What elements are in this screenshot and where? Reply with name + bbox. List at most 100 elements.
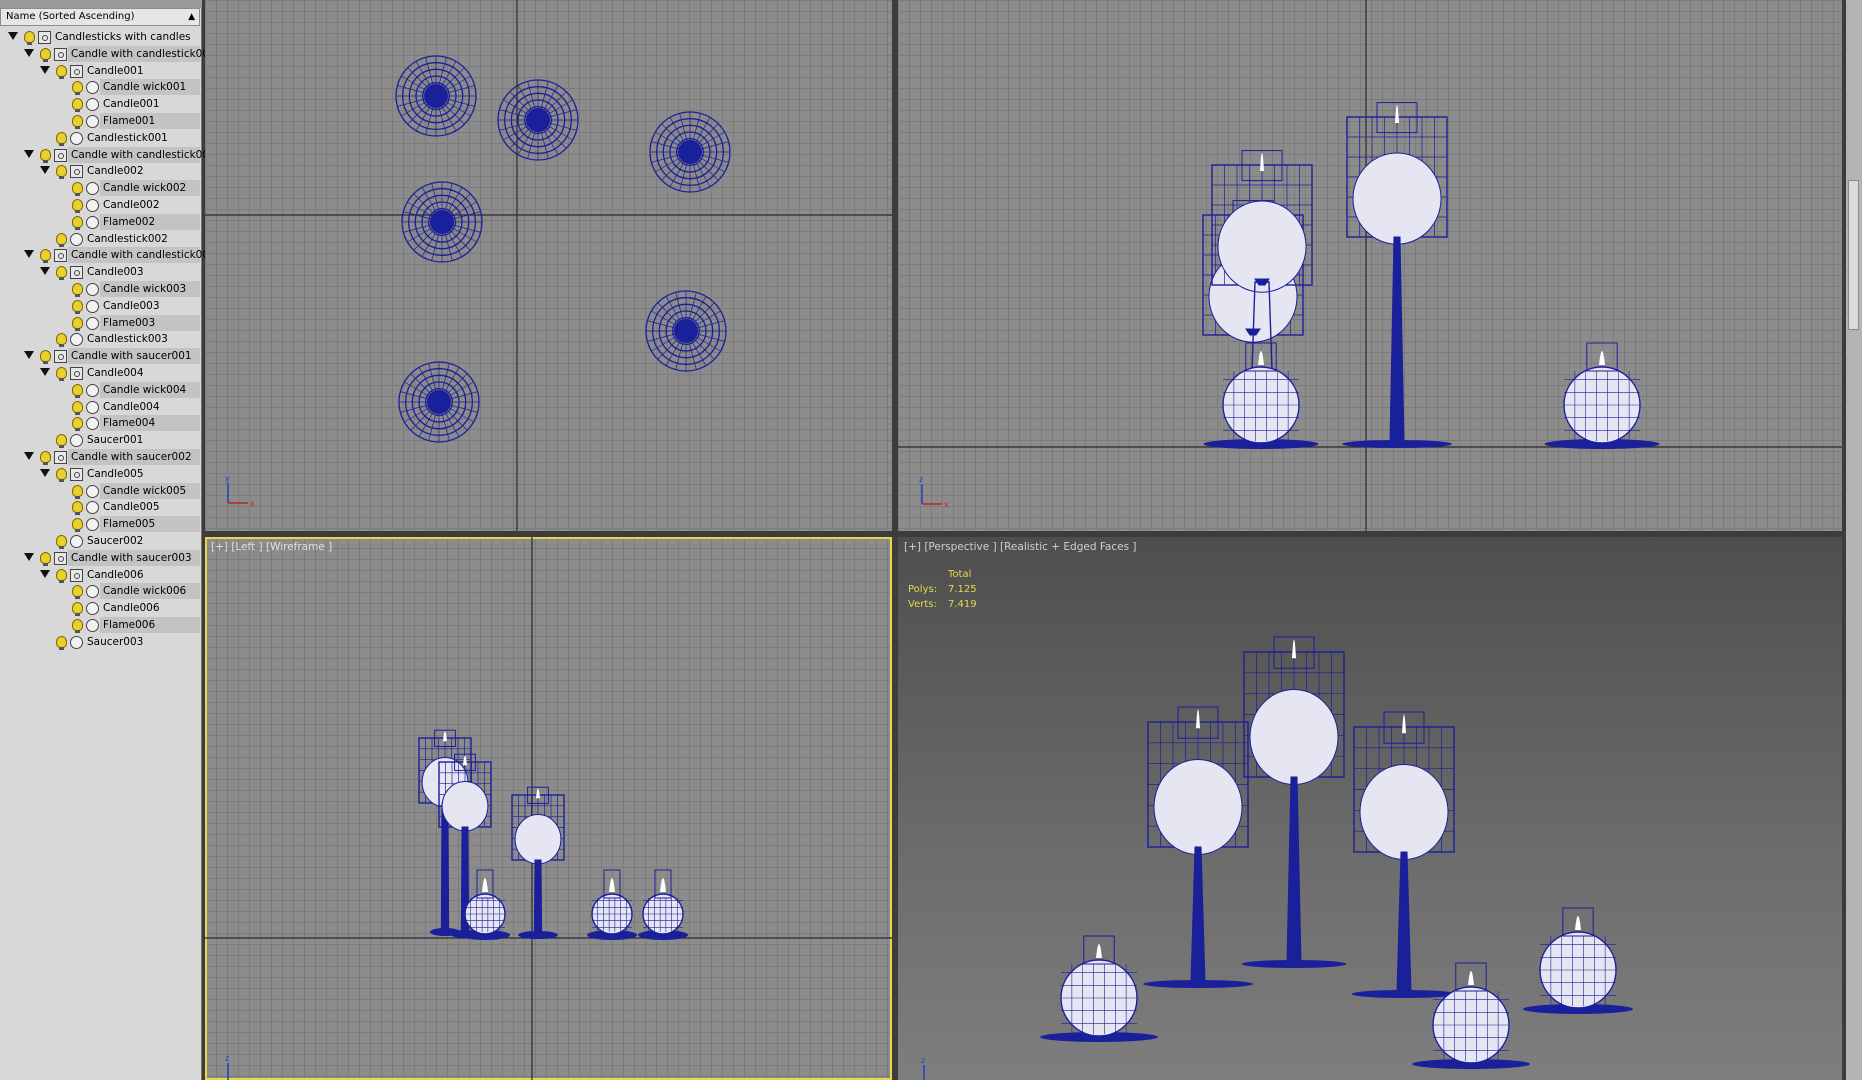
tree-item-label[interactable]: Candlestick003 — [84, 331, 172, 347]
expand-toggle-icon[interactable] — [24, 351, 34, 360]
tree-item-label[interactable]: Candle wick003 — [100, 281, 200, 297]
tree-item-label[interactable]: Flame003 — [100, 314, 200, 331]
tree-row[interactable]: Flame001 — [0, 113, 200, 130]
tree-item-label[interactable]: Candle004 — [84, 365, 148, 381]
light-bulb-icon[interactable] — [56, 131, 67, 146]
expand-toggle-icon[interactable] — [24, 552, 34, 561]
light-bulb-icon[interactable] — [72, 81, 83, 96]
tree-item-label[interactable]: Flame001 — [100, 113, 200, 129]
tree-item-label[interactable]: Candle005 — [84, 466, 148, 482]
tree-item-label[interactable]: Candle with saucer002 — [68, 449, 200, 465]
scrollbar-thumb[interactable] — [1848, 180, 1859, 330]
viewport-front[interactable]: xz — [898, 0, 1842, 531]
perspective-view-canvas[interactable]: xz — [898, 537, 1842, 1080]
light-bulb-icon[interactable] — [24, 31, 35, 45]
tree-item-label[interactable]: Candle001 — [84, 63, 148, 79]
tree-item-label[interactable]: Candle with saucer001 — [68, 348, 200, 365]
tree-row[interactable]: Flame002 — [0, 213, 200, 231]
tree-row[interactable]: Candle004 — [0, 399, 200, 416]
tree-row[interactable]: Candle wick005 — [0, 482, 200, 500]
tree-item-label[interactable]: Candle wick002 — [100, 180, 200, 197]
light-bulb-icon[interactable] — [72, 199, 83, 213]
right-panel-scrollbar[interactable] — [1846, 0, 1862, 1080]
expand-toggle-icon[interactable] — [24, 250, 34, 259]
tree-item-label[interactable]: Candle wick001 — [100, 79, 200, 96]
tree-item-label[interactable]: Candle003 — [84, 264, 148, 280]
light-bulb-icon[interactable] — [72, 501, 83, 516]
tree-item-label[interactable]: Candle006 — [100, 600, 164, 616]
expand-toggle-icon[interactable] — [40, 267, 50, 276]
tree-item-label[interactable]: Candlesticks with candles — [52, 29, 195, 45]
tree-row[interactable]: Candle wick006 — [0, 583, 200, 600]
tree-item-label[interactable]: Candlestick002 — [84, 231, 172, 247]
tree-row[interactable]: Candle002 — [0, 163, 200, 180]
light-bulb-icon[interactable] — [72, 602, 83, 617]
tree-item-label[interactable]: Candle wick006 — [100, 583, 200, 600]
sort-ascending-icon[interactable]: ▲ — [188, 9, 195, 25]
tree-item-label[interactable]: Candle003 — [100, 298, 164, 314]
light-bulb-icon[interactable] — [56, 467, 67, 482]
tree-row[interactable]: Candle006 — [0, 567, 200, 584]
light-bulb-icon[interactable] — [40, 350, 51, 365]
tree-row[interactable]: Saucer002 — [0, 533, 200, 550]
tree-item-label[interactable]: Candle002 — [100, 197, 164, 213]
viewport-left[interactable]: xz [+] [Left ] [Wireframe ] — [205, 537, 892, 1080]
expand-toggle-icon[interactable] — [40, 65, 50, 74]
tree-row[interactable]: Candle with saucer003 — [0, 549, 200, 567]
tree-row[interactable]: Candle003 — [0, 298, 200, 315]
tree-item-label[interactable]: Flame002 — [100, 213, 200, 230]
tree-row[interactable]: Candlestick003 — [0, 331, 200, 348]
tree-item-label[interactable]: Saucer003 — [84, 634, 147, 650]
tree-row[interactable]: Candle001 — [0, 63, 200, 80]
light-bulb-icon[interactable] — [72, 518, 83, 533]
light-bulb-icon[interactable] — [72, 585, 83, 600]
tree-item-label[interactable]: Candle001 — [100, 96, 164, 112]
tree-row[interactable]: Candle002 — [0, 197, 200, 214]
left-view-canvas[interactable]: xz — [205, 537, 892, 1080]
light-bulb-icon[interactable] — [40, 47, 51, 62]
expand-toggle-icon[interactable] — [24, 452, 34, 460]
tree-row[interactable]: Candle wick003 — [0, 281, 200, 298]
light-bulb-icon[interactable] — [56, 266, 67, 281]
explorer-column-header[interactable]: Name (Sorted Ascending) ▲ — [0, 8, 200, 26]
tree-item-label[interactable]: Candlestick001 — [84, 130, 172, 146]
expand-toggle-icon[interactable] — [40, 569, 50, 578]
tree-item-label[interactable]: Candle004 — [100, 399, 164, 415]
light-bulb-icon[interactable] — [56, 535, 67, 549]
tree-row[interactable]: Flame005 — [0, 516, 200, 533]
tree-row[interactable]: Candle wick004 — [0, 381, 200, 399]
viewport-label-left[interactable]: [+] [Left ] [Wireframe ] — [211, 541, 332, 553]
light-bulb-icon[interactable] — [72, 383, 83, 398]
light-bulb-icon[interactable] — [56, 367, 67, 381]
tree-item-label[interactable]: Candle wick004 — [100, 381, 200, 398]
top-view-canvas[interactable]: xy — [205, 0, 892, 531]
tree-item-label[interactable]: Candle with candlestick002 — [68, 146, 216, 163]
tree-row[interactable]: Candle with candlestick003 — [0, 247, 216, 264]
tree-item-label[interactable]: Saucer001 — [84, 432, 147, 448]
tree-item-label[interactable]: Flame006 — [100, 617, 200, 633]
light-bulb-icon[interactable] — [72, 182, 83, 197]
tree-row[interactable]: Flame006 — [0, 617, 200, 634]
light-bulb-icon[interactable] — [72, 115, 83, 129]
light-bulb-icon[interactable] — [56, 232, 67, 247]
tree-row[interactable]: Candle006 — [0, 600, 200, 617]
light-bulb-icon[interactable] — [72, 400, 83, 415]
light-bulb-icon[interactable] — [72, 316, 83, 331]
expand-toggle-icon[interactable] — [24, 149, 34, 158]
tree-row[interactable]: Candle005 — [0, 466, 200, 483]
light-bulb-icon[interactable] — [56, 568, 67, 583]
tree-row[interactable]: Candle with saucer002 — [0, 449, 200, 466]
tree-row[interactable]: Flame003 — [0, 314, 200, 332]
expand-toggle-icon[interactable] — [8, 32, 18, 40]
tree-row[interactable]: Candle with candlestick002 — [0, 146, 216, 164]
light-bulb-icon[interactable] — [72, 417, 83, 432]
viewport-perspective[interactable]: xz [+] [Perspective ] [Realistic + Edged… — [898, 537, 1842, 1080]
tree-item-label[interactable]: Candle wick005 — [100, 482, 200, 499]
light-bulb-icon[interactable] — [56, 165, 67, 180]
tree-row[interactable]: Flame004 — [0, 415, 200, 432]
front-view-canvas[interactable]: xz — [898, 0, 1842, 531]
tree-item-label[interactable]: Candle002 — [84, 163, 148, 179]
tree-row[interactable]: Candle003 — [0, 264, 200, 281]
tree-item-label[interactable]: Candle006 — [84, 567, 148, 583]
viewport-label-perspective[interactable]: [+] [Perspective ] [Realistic + Edged Fa… — [904, 541, 1136, 553]
